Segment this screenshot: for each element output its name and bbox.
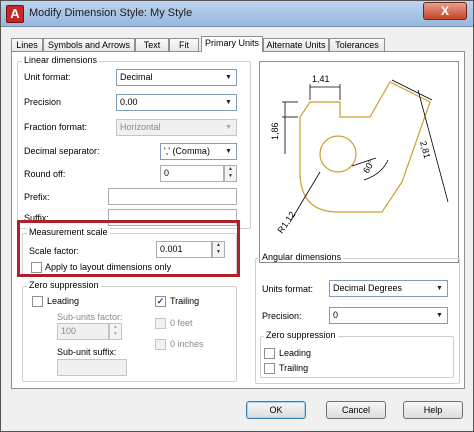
units-format-label: Units format: — [262, 284, 314, 294]
tab-alternate-units[interactable]: Alternate Units — [263, 38, 329, 52]
sub-unit-suffix-input[interactable] — [57, 359, 127, 376]
fraction-format-label: Fraction format: — [24, 122, 88, 132]
part-outline — [299, 81, 431, 213]
angular-leading-label: Leading — [279, 348, 312, 358]
fraction-format-combo[interactable]: Horizontal ▼ — [116, 119, 237, 136]
measurement-scale-highlight — [17, 220, 240, 277]
angular-precision-combo[interactable]: 0 ▼ — [329, 307, 448, 324]
sub-units-factor-input[interactable]: 100 — [57, 323, 109, 340]
round-off-label: Round off: — [24, 169, 66, 179]
chevron-down-icon: ▼ — [225, 74, 232, 81]
unit-format-value: Decimal — [120, 72, 153, 82]
dimension-preview: 1,41 1,86 2,81 60° R1,12 — [259, 61, 459, 263]
decimal-separator-value: ',' (Comma) — [164, 146, 210, 156]
leading-label: Leading — [47, 296, 80, 306]
round-off-input[interactable]: 0 — [160, 165, 224, 182]
trailing-label: Trailing — [170, 296, 200, 306]
preview-drawing: 1,41 1,86 2,81 60° R1,12 — [270, 74, 449, 235]
angular-trailing-label: Trailing — [279, 363, 309, 373]
decimal-separator-label: Decimal separator: — [24, 146, 100, 156]
radius-text: R1,12 — [275, 210, 297, 235]
spin-down-icon: ▼ — [228, 173, 233, 179]
help-button[interactable]: Help — [403, 401, 463, 419]
angular-dimensions-label: Angular dimensions — [260, 252, 344, 262]
angular-units-format-combo[interactable]: Decimal Degrees ▼ — [329, 280, 448, 297]
angle-text: 60° — [361, 158, 377, 175]
prefix-label: Prefix: — [24, 192, 50, 202]
angular-leading-checkbox[interactable] — [264, 348, 275, 359]
hole-circle — [319, 135, 357, 173]
decimal-separator-combo[interactable]: ',' (Comma) ▼ — [160, 143, 237, 160]
title-bar[interactable]: A Modify Dimension Style: My Style X — [1, 1, 473, 27]
fraction-format-value: Horizontal — [120, 122, 161, 132]
window-title: Modify Dimension Style: My Style — [29, 7, 193, 19]
spin-up-icon: ▲ — [228, 166, 233, 172]
trailing-checkbox[interactable]: ✓ — [155, 296, 166, 307]
tab-symbols-and-arrows[interactable]: Symbols and Arrows — [43, 38, 135, 52]
unit-format-label: Unit format: — [24, 72, 71, 82]
precision-value: 0.00 — [120, 97, 138, 107]
cancel-button[interactable]: Cancel — [326, 401, 386, 419]
zero-feet-label: 0 feet — [170, 318, 193, 328]
chevron-down-icon: ▼ — [436, 285, 443, 292]
dim-right-text: 2,81 — [418, 140, 432, 160]
angular-zero-suppression-label: Zero suppression — [264, 330, 338, 340]
zero-inches-checkbox[interactable] — [155, 339, 166, 350]
sub-units-factor-spinner[interactable]: ▲ ▼ — [109, 323, 122, 340]
tab-lines[interactable]: Lines — [11, 38, 43, 52]
zero-feet-checkbox[interactable] — [155, 318, 166, 329]
check-mark-icon: ✓ — [156, 296, 165, 306]
precision-label: Precision — [24, 97, 62, 107]
prefix-input[interactable] — [108, 188, 237, 205]
spin-up-icon: ▲ — [113, 324, 118, 330]
unit-format-combo[interactable]: Decimal ▼ — [116, 69, 237, 86]
close-button[interactable]: X — [423, 2, 467, 20]
sub-unit-suffix-label: Sub-unit suffix: — [57, 347, 117, 357]
sub-units-factor-label: Sub-units factor: — [57, 312, 123, 322]
tab-tolerances[interactable]: Tolerances — [329, 38, 385, 52]
chevron-down-icon: ▼ — [225, 148, 232, 155]
leading-checkbox[interactable] — [32, 296, 43, 307]
autocad-logo-icon: A — [6, 5, 24, 23]
dim-left-text: 1,86 — [270, 122, 280, 140]
zero-suppression-label: Zero suppression — [27, 280, 101, 290]
spin-down-icon: ▼ — [113, 331, 118, 337]
precision-combo[interactable]: 0.00 ▼ — [116, 94, 237, 111]
chevron-down-icon: ▼ — [225, 99, 232, 106]
tab-fit[interactable]: Fit — [169, 38, 199, 52]
angular-precision-value: 0 — [333, 310, 339, 320]
dialog-window: A Modify Dimension Style: My Style X Lin… — [0, 0, 474, 432]
tab-primary-units[interactable]: Primary Units — [201, 36, 263, 52]
round-off-spinner[interactable]: ▲ ▼ — [224, 165, 237, 182]
linear-dimensions-label: Linear dimensions — [22, 55, 100, 65]
dim-top-text: 1,41 — [312, 74, 330, 84]
angular-units-format-value: Decimal Degrees — [333, 283, 403, 293]
zero-inches-label: 0 inches — [170, 339, 204, 349]
angular-precision-label: Precision: — [262, 311, 302, 321]
angular-trailing-checkbox[interactable] — [264, 363, 275, 374]
tab-text[interactable]: Text — [135, 38, 169, 52]
ok-button[interactable]: OK — [246, 401, 306, 419]
chevron-down-icon: ▼ — [225, 124, 232, 131]
chevron-down-icon: ▼ — [436, 312, 443, 319]
